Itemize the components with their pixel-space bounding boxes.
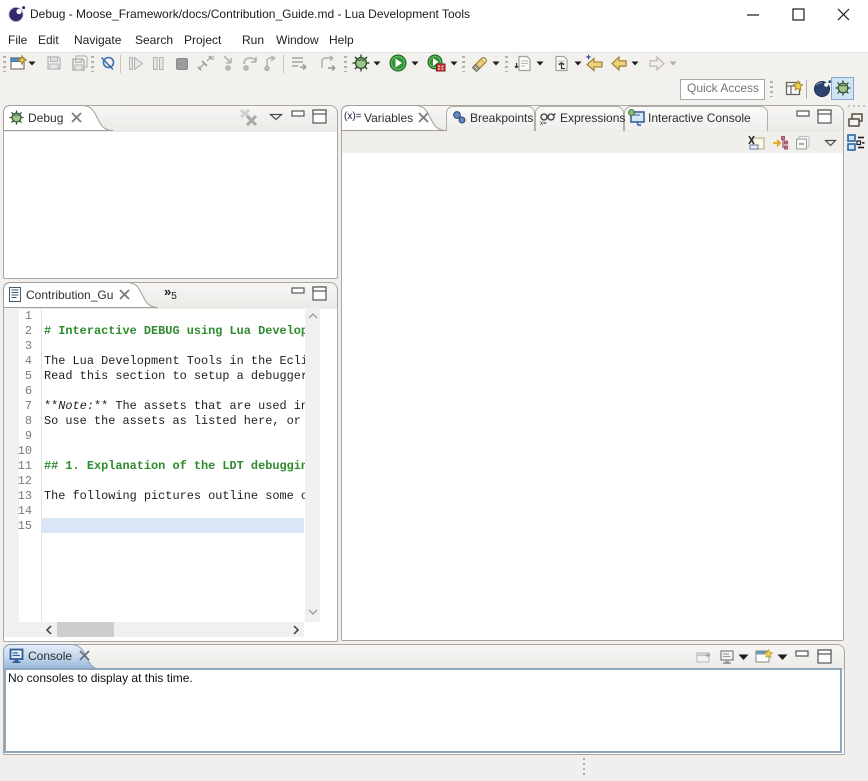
- svg-text:x=: x=: [540, 121, 547, 126]
